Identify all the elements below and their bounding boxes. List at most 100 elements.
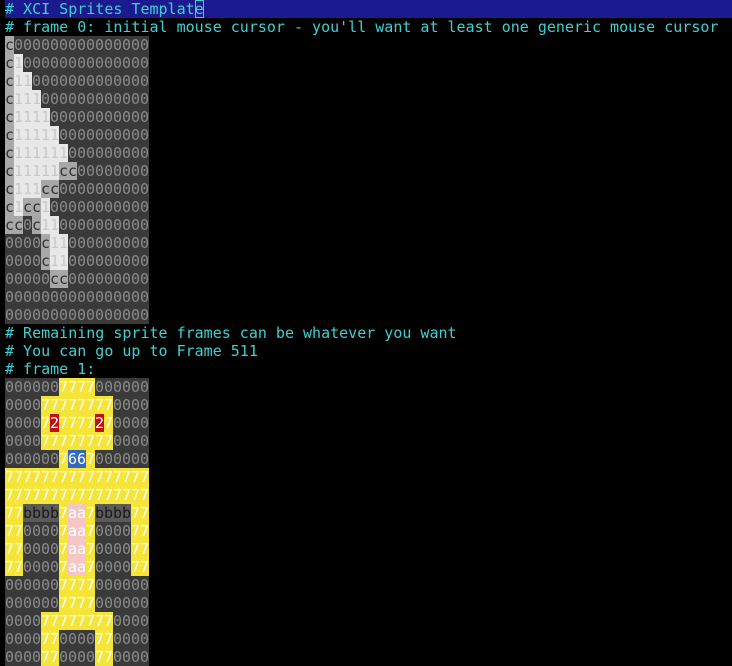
sprite-cell: 7 <box>68 432 78 450</box>
sprite-cell: 7 <box>77 432 87 450</box>
sprite-cell: 0 <box>59 198 69 216</box>
frame0_rows-row[interactable]: 0000000000000000 <box>5 306 732 324</box>
sprite-cell: 7 <box>68 378 78 396</box>
frame1_rows-row[interactable]: 0000777777770000 <box>5 432 732 450</box>
sprite-cell: 0 <box>104 36 114 54</box>
frame0_rows-row[interactable]: c111110000000000 <box>5 126 732 144</box>
frame1_rows-row[interactable]: 0000727777270000 <box>5 414 732 432</box>
frame0_rows-row[interactable]: c1cc100000000000 <box>5 198 732 216</box>
sprite-cell: 0 <box>86 216 96 234</box>
sprite-cell: 7 <box>122 486 132 504</box>
sprite-cell: 0 <box>122 594 132 612</box>
sprite-cell: 0 <box>50 540 60 558</box>
sprite-cell: 0 <box>68 198 78 216</box>
sprite-cell: 0 <box>104 234 114 252</box>
sprite-cell: 7 <box>86 522 96 540</box>
sprite-cell: 0 <box>86 108 96 126</box>
frame0-sprite-grid[interactable]: c000000000000000 c100000000000000 c1100000… <box>5 36 732 324</box>
frame1_rows-row[interactable]: 77bbbb7aa7bbbb77 <box>5 504 732 522</box>
sprite-cell: 0 <box>32 450 42 468</box>
frame1_rows-row[interactable]: 0000007777000000 <box>5 576 732 594</box>
sprite-cell: 0 <box>131 72 141 90</box>
sprite-cell: 0 <box>86 234 96 252</box>
frame1_rows-row[interactable]: 7700007aa7000077 <box>5 558 732 576</box>
frame0_rows-row[interactable]: cc0c110000000000 <box>5 216 732 234</box>
sprite-cell: 0 <box>14 414 24 432</box>
sprite-cell: 0 <box>5 450 15 468</box>
sprite-cell: 0 <box>23 414 33 432</box>
sprite-cell: 7 <box>59 486 69 504</box>
sprite-cell: 0 <box>140 306 150 324</box>
sprite-cell: 0 <box>5 252 15 270</box>
sprite-cell: 7 <box>59 558 69 576</box>
frame0_rows-row[interactable]: c11111cc00000000 <box>5 162 732 180</box>
sprite-cell: 7 <box>131 540 141 558</box>
sprite-cell: 0 <box>68 72 78 90</box>
frame0_rows-row[interactable]: c000000000000000 <box>5 36 732 54</box>
sprite-cell: 0 <box>59 180 69 198</box>
frame0_rows-row[interactable]: 0000000000000000 <box>5 288 732 306</box>
frame1_rows-row[interactable]: 7700007aa7000077 <box>5 522 732 540</box>
sprite-cell: 7 <box>86 612 96 630</box>
frame0_rows-row[interactable]: c111100000000000 <box>5 108 732 126</box>
frame1-sprite-grid[interactable]: 0000007777000000 0000777777770000 00007277… <box>5 378 732 666</box>
sprite-cell: 7 <box>77 594 87 612</box>
sprite-cell: 7 <box>77 468 87 486</box>
frame1_rows-row[interactable]: 0000007777000000 <box>5 378 732 396</box>
sprite-cell: 0 <box>122 522 132 540</box>
sprite-cell: a <box>68 540 78 558</box>
sprite-cell: 0 <box>14 594 24 612</box>
sprite-cell: 0 <box>86 306 96 324</box>
frame0_rows-row[interactable]: 0000c11000000000 <box>5 234 732 252</box>
frame1_rows-row[interactable]: 7777777777777777 <box>5 468 732 486</box>
sprite-cell: 0 <box>86 162 96 180</box>
sprite-cell: 0 <box>68 270 78 288</box>
sprite-cell: 0 <box>14 270 24 288</box>
sprite-cell: b <box>113 504 123 522</box>
sprite-cell: 0 <box>122 306 132 324</box>
frame1_rows-row[interactable]: 0000770000770000 <box>5 630 732 648</box>
frame1_rows-row[interactable]: 7700007aa7000077 <box>5 540 732 558</box>
sprite-cell: 0 <box>68 144 78 162</box>
frame0_rows-row[interactable]: c110000000000000 <box>5 72 732 90</box>
frame0_rows-row[interactable]: 00000cc000000000 <box>5 270 732 288</box>
frame0_rows-row[interactable]: c111cc0000000000 <box>5 180 732 198</box>
sprite-cell: 0 <box>113 450 123 468</box>
frame1-comment-line: # frame 1: <box>5 360 732 378</box>
frame1_rows-row[interactable]: 7777777777777777 <box>5 486 732 504</box>
sprite-cell: 0 <box>5 630 15 648</box>
frame0_rows-row[interactable]: c111000000000000 <box>5 90 732 108</box>
frame0_rows-row[interactable]: c100000000000000 <box>5 54 732 72</box>
sprite-cell: 0 <box>77 648 87 666</box>
frame1_rows-row[interactable]: 0000777777770000 <box>5 396 732 414</box>
sprite-cell: 7 <box>50 648 60 666</box>
sprite-cell: 0 <box>104 72 114 90</box>
sprite-cell: 0 <box>140 252 150 270</box>
sprite-cell: 0 <box>5 594 15 612</box>
sprite-cell: 0 <box>122 252 132 270</box>
frame1_rows-row[interactable]: 0000007777000000 <box>5 594 732 612</box>
sprite-cell: 7 <box>131 522 141 540</box>
sprite-cell: 0 <box>32 54 42 72</box>
sprite-cell: 0 <box>140 594 150 612</box>
sprite-cell: a <box>77 558 87 576</box>
sprite-cell: 0 <box>140 108 150 126</box>
sprite-cell: 1 <box>50 162 60 180</box>
frame0_rows-row[interactable]: 0000c11000000000 <box>5 252 732 270</box>
sprite-cell: 7 <box>95 630 105 648</box>
sprite-cell: 7 <box>5 486 15 504</box>
sprite-cell: 1 <box>50 126 60 144</box>
sprite-cell: 0 <box>14 378 24 396</box>
sprite-cell: 7 <box>95 486 105 504</box>
frame0_rows-row[interactable]: c111111000000000 <box>5 144 732 162</box>
frame1_rows-row[interactable]: 0000770000770000 <box>5 648 732 666</box>
sprite-cell: 0 <box>113 270 123 288</box>
sprite-cell: 7 <box>68 594 78 612</box>
sprite-cell: 0 <box>113 126 123 144</box>
frame1_rows-row[interactable]: 0000007667000000 <box>5 450 732 468</box>
sprite-cell: 7 <box>59 450 69 468</box>
sprite-cell: 0 <box>140 216 150 234</box>
text-editor[interactable]: # XCI Sprites Template # frame 0: initia… <box>0 0 732 666</box>
frame1_rows-row[interactable]: 0000777777770000 <box>5 612 732 630</box>
sprite-cell: c <box>68 162 78 180</box>
